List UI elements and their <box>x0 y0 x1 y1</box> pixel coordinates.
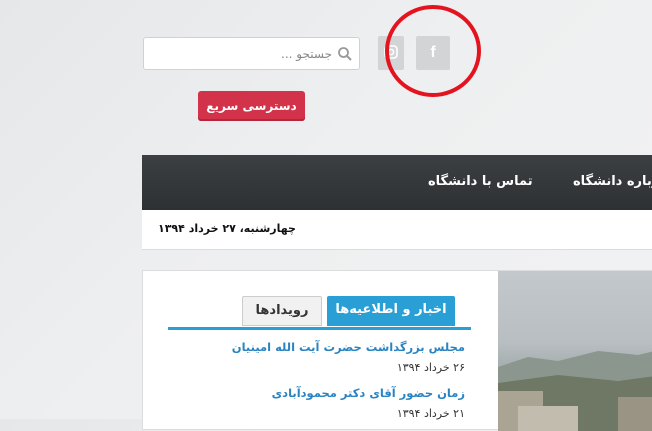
news-panel: اخبار و اطلاعیه‌ها رویدادها مجلس بزرگداش… <box>142 270 652 431</box>
main-navbar: تماس با دانشگاه درباره دانشگاه <box>142 155 652 210</box>
tab-events[interactable]: رویدادها <box>242 296 322 326</box>
quick-access-button[interactable]: دسترسی سریع <box>198 91 305 121</box>
news-item-date: ۲۶ خرداد ۱۳۹۴ <box>396 361 465 374</box>
annotation-circle <box>385 5 481 97</box>
date-bar: چهارشنبه، ۲۷ خرداد ۱۳۹۴ <box>142 210 652 250</box>
slideshow-photo[interactable] <box>498 271 652 431</box>
tab-underline <box>168 327 471 330</box>
search-input[interactable] <box>152 38 332 69</box>
news-item-date: ۲۱ خرداد ۱۳۹۴ <box>396 407 465 420</box>
nav-item-contact[interactable]: تماس با دانشگاه <box>428 155 533 210</box>
search-icon[interactable] <box>337 46 353 62</box>
news-item-title[interactable]: زمان حضور آقای دکتر محمودآبادی <box>272 386 465 400</box>
search-box[interactable] <box>143 37 360 70</box>
news-item-title[interactable]: مجلس بزرگداشت حضرت آیت الله امینیان <box>232 340 465 354</box>
nav-item-about[interactable]: درباره دانشگاه <box>573 155 652 210</box>
current-date: چهارشنبه، ۲۷ خرداد ۱۳۹۴ <box>158 222 296 235</box>
tab-news[interactable]: اخبار و اطلاعیه‌ها <box>327 296 455 326</box>
